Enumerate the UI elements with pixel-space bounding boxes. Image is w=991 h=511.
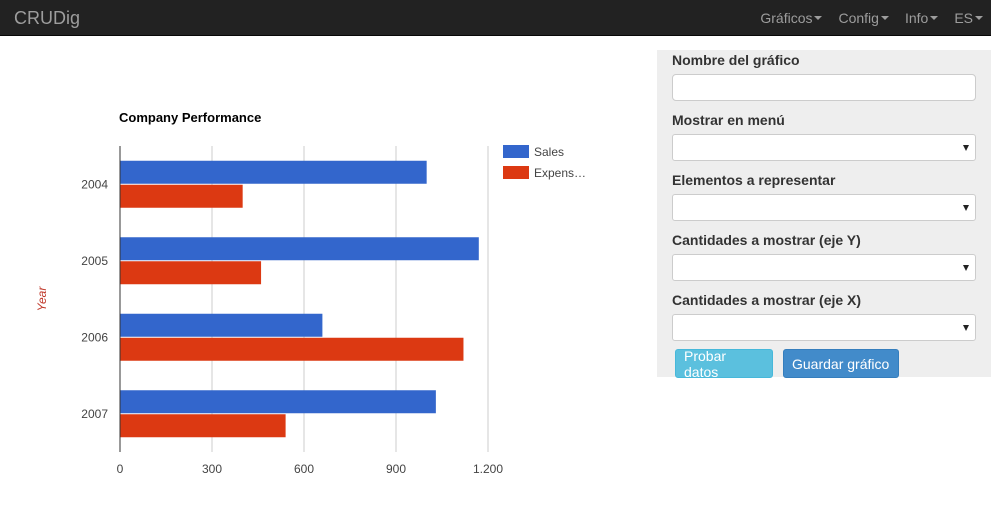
bar-expenses-2005 <box>120 261 262 285</box>
chart-area: Company Performance 0 300 600 900 1.200 2004 20… <box>0 36 640 511</box>
brand-logo[interactable]: CRUDig <box>14 8 80 29</box>
legend-swatch-expenses <box>503 166 529 179</box>
nav-info-label: Info <box>904 10 929 26</box>
x-tick-label: 600 <box>294 462 314 476</box>
show-in-menu-select[interactable] <box>672 134 976 161</box>
y-tick-label: 2005 <box>81 254 108 268</box>
nav-config[interactable]: Config <box>830 0 896 36</box>
top-navbar: CRUDig Gráficos Config Info ES <box>0 0 991 36</box>
legend-label-expenses: Expens… <box>534 166 586 180</box>
y-axis-label: Cantidades a mostrar (eje Y) <box>672 232 861 248</box>
y-tick-label: 2004 <box>81 177 108 191</box>
x-axis-label: Cantidades a mostrar (eje X) <box>672 292 862 308</box>
x-tick-label: 1.200 <box>473 462 503 476</box>
show-in-menu-label: Mostrar en menú <box>672 112 785 128</box>
caret-down-icon <box>930 16 939 20</box>
bar-expenses-2006 <box>120 337 464 361</box>
nav-config-label: Config <box>838 10 879 26</box>
x-tick-label: 300 <box>202 462 222 476</box>
elements-select[interactable] <box>672 194 976 221</box>
dropdown-arrow-icon <box>963 325 969 331</box>
y-axis-select[interactable] <box>672 254 976 281</box>
legend-swatch-sales <box>503 145 529 158</box>
navbar-menu: Gráficos Config Info ES <box>752 0 991 36</box>
bar-expenses-2004 <box>120 184 243 208</box>
nav-language[interactable]: ES <box>946 0 991 36</box>
caret-down-icon <box>975 16 983 20</box>
elements-label: Elementos a representar <box>672 172 836 188</box>
nav-language-label: ES <box>954 10 973 26</box>
chart-name-input[interactable] <box>672 74 976 101</box>
dropdown-arrow-icon <box>963 145 969 151</box>
bar-sales-2006 <box>120 313 323 337</box>
test-data-button[interactable]: Probar datos <box>675 348 773 380</box>
nav-graficos[interactable]: Gráficos <box>752 0 830 36</box>
dropdown-arrow-icon <box>963 205 969 211</box>
x-tick-label: 0 <box>117 462 124 476</box>
y-tick-label: 2006 <box>81 330 108 344</box>
legend-label-sales: Sales <box>534 145 564 159</box>
bar-expenses-2007 <box>120 414 286 438</box>
caret-down-icon <box>814 16 823 20</box>
nav-graficos-label: Gráficos <box>760 10 813 26</box>
nav-info[interactable]: Info <box>897 0 946 36</box>
y-axis-title: Year <box>35 286 49 312</box>
save-chart-button[interactable]: Guardar gráfico <box>783 349 899 378</box>
bar-sales-2005 <box>120 237 479 261</box>
x-tick-label: 900 <box>386 462 406 476</box>
bar-sales-2004 <box>120 160 427 184</box>
dropdown-arrow-icon <box>963 265 969 271</box>
caret-down-icon <box>880 16 889 20</box>
y-tick-label: 2007 <box>81 407 108 421</box>
chart-title: Company Performance <box>119 110 261 125</box>
chart-config-panel: Nombre del gráfico Mostrar en menú Eleme… <box>657 50 991 380</box>
chart-name-label: Nombre del gráfico <box>672 52 800 68</box>
bar-chart[interactable]: Company Performance 0 300 600 900 1.200 2004 20… <box>0 36 640 511</box>
x-axis-select[interactable] <box>672 314 976 341</box>
bar-sales-2007 <box>120 390 436 414</box>
